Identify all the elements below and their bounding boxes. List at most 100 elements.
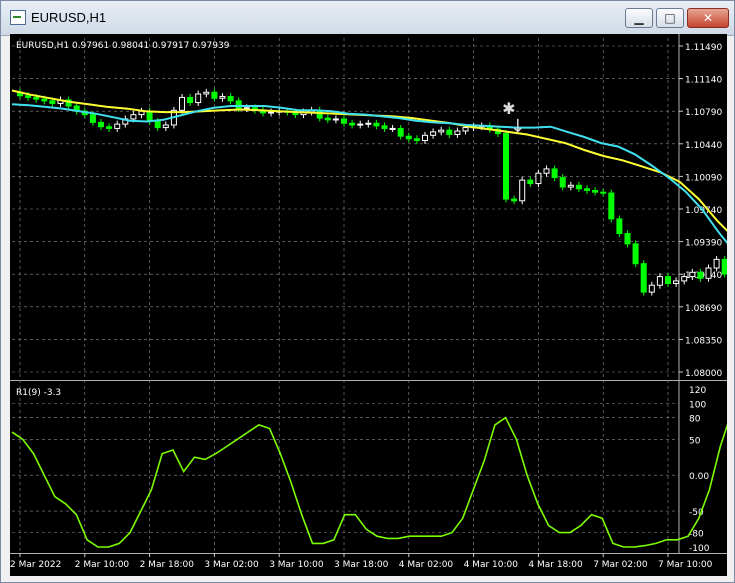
time-tick-label: 3 Mar 10:00	[269, 560, 324, 570]
maximize-icon: □	[664, 11, 676, 25]
time-tick-label: 3 Mar 18:00	[334, 560, 389, 570]
candle-body	[357, 123, 364, 126]
candle-body	[268, 111, 275, 114]
candle-body	[114, 123, 121, 129]
candle-body	[373, 122, 380, 127]
candle-body	[324, 117, 331, 121]
candle-body	[543, 168, 550, 174]
candle-body	[454, 130, 461, 135]
candle-body	[567, 184, 574, 188]
time-tick-label: 7 Mar 10:00	[658, 560, 713, 570]
candle-body	[405, 135, 412, 140]
time-tick-label: 2 Mar 2022	[10, 560, 61, 570]
price-tick-label: 1.10440	[685, 141, 722, 151]
candle-body	[705, 267, 712, 279]
time-tick-label: 2 Mar 10:00	[75, 560, 130, 570]
candle-body	[41, 98, 48, 102]
candle-body	[438, 129, 445, 133]
candle-body	[162, 124, 169, 129]
candle-body	[365, 122, 372, 125]
candle-body	[713, 258, 720, 269]
time-tick-label: 4 Mar 10:00	[464, 560, 519, 570]
candle-body	[219, 96, 226, 99]
indicator-tick-label: 120	[689, 386, 706, 396]
candle-body	[211, 91, 218, 99]
indicator-tick-label: 100	[689, 400, 706, 410]
candle-body	[697, 271, 704, 279]
time-tick-label: 4 Mar 18:00	[528, 560, 583, 570]
candle-body	[600, 191, 607, 194]
candle-body	[608, 192, 615, 220]
price-tick-label: 1.11140	[685, 76, 722, 86]
candle-body	[106, 126, 113, 129]
candle-body	[341, 118, 347, 124]
candle-body	[332, 118, 339, 121]
candle-body	[389, 127, 396, 130]
candle-body	[616, 218, 623, 235]
candle-body	[243, 107, 250, 110]
candle-body	[49, 100, 56, 104]
candle-body	[187, 96, 194, 104]
time-tick-label: 7 Mar 02:00	[593, 560, 648, 570]
indicator-title: R1(9) -3.3	[16, 388, 61, 398]
candle-body	[665, 276, 671, 285]
maximize-button[interactable]: □	[656, 8, 684, 28]
candle-body	[624, 233, 631, 245]
chart-app-icon	[10, 10, 26, 25]
candle-body	[551, 168, 558, 179]
price-tick-label: 1.08000	[685, 369, 722, 379]
candle-body	[462, 127, 469, 132]
candle-body	[575, 184, 582, 190]
price-tick-label: 1.10090	[685, 173, 722, 183]
candle-body	[154, 121, 161, 129]
candle-body	[235, 100, 242, 110]
indicator-tick-label: 80	[689, 415, 701, 425]
candle-body	[397, 127, 404, 137]
candle-body	[519, 179, 526, 202]
candle-body	[179, 96, 185, 111]
price-chart-area[interactable]: 1.114901.111401.107901.104401.100901.097…	[10, 34, 727, 576]
candle-body	[640, 263, 647, 293]
time-tick-label: 2 Mar 18:00	[140, 560, 195, 570]
candle-body	[413, 138, 420, 141]
candle-body	[422, 134, 428, 141]
indicator-tick-label: 0.00	[689, 472, 709, 482]
chart-window: EURUSD,H1 ▁ □ ✕ 1.11490 1.11140 1.10790 1.1…	[0, 0, 735, 583]
price-tick-label: 1.10790	[685, 108, 722, 118]
price-tick-label: 1.08350	[685, 336, 722, 346]
candle-body	[33, 96, 40, 100]
candle-body	[656, 276, 663, 286]
window-title: EURUSD,H1	[31, 10, 107, 25]
indicator-tick-label: 50	[689, 436, 701, 446]
candle-body	[25, 95, 32, 98]
window-titlebar[interactable]: EURUSD,H1 ▁ □ ✕	[1, 1, 734, 36]
candle-body	[89, 114, 96, 123]
indicator-tick-label: -100	[689, 544, 710, 554]
price-tick-label: 1.08690	[685, 304, 722, 314]
candle-body	[195, 93, 202, 104]
candle-body	[584, 188, 590, 191]
candle-body	[381, 125, 388, 129]
minimize-button[interactable]: ▁	[625, 8, 653, 28]
candle-body	[446, 129, 453, 135]
candle-body	[559, 177, 566, 188]
close-button[interactable]: ✕	[687, 8, 729, 28]
candle-body	[632, 243, 639, 265]
candle-body	[592, 189, 599, 193]
candle-body	[146, 110, 153, 123]
candle-body	[503, 133, 509, 200]
signal-arrow-icon: ↓	[510, 116, 525, 137]
close-icon: ✕	[702, 11, 714, 25]
minimize-icon: ▁	[634, 11, 644, 25]
candle-body	[227, 96, 234, 102]
candle-body	[527, 179, 534, 185]
time-tick-label: 3 Mar 02:00	[204, 560, 259, 570]
candle-body	[721, 258, 727, 275]
candle-body	[648, 284, 655, 293]
candle-body	[349, 122, 356, 126]
price-tick-label: 1.09390	[685, 239, 722, 249]
candle-body	[511, 198, 518, 202]
candle-body	[98, 121, 104, 128]
candle-body	[681, 276, 688, 282]
candle-body	[673, 280, 680, 285]
